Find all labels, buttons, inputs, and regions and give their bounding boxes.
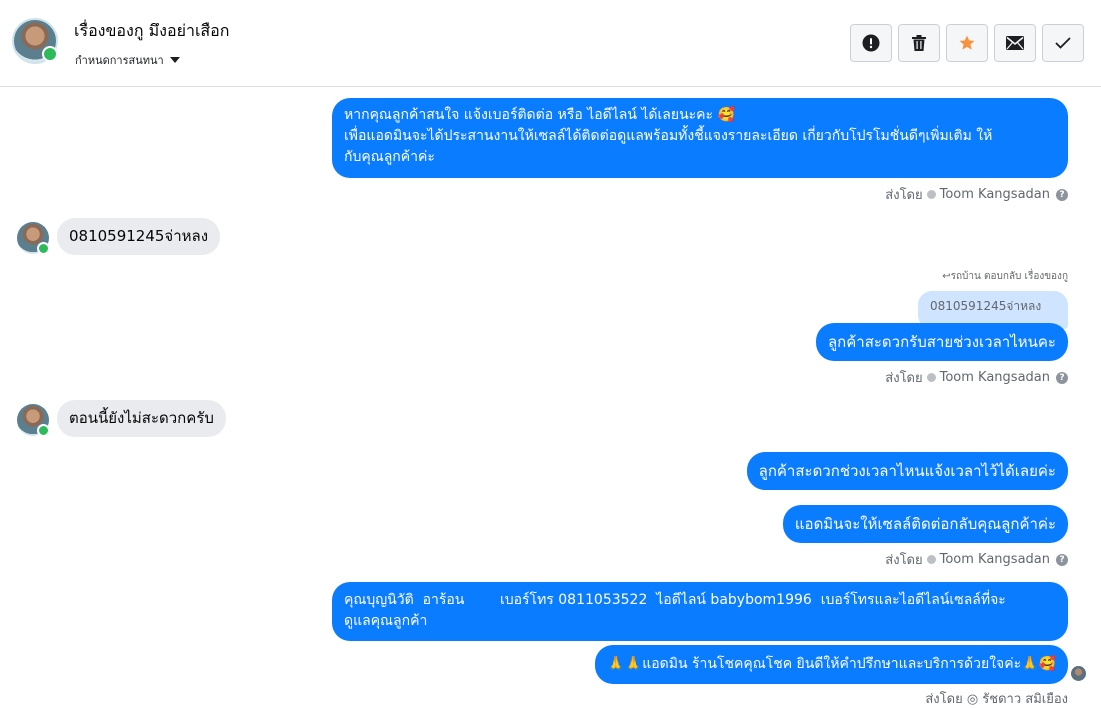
sender-status-icon — [926, 190, 936, 199]
caret-down-icon — [169, 57, 180, 63]
sender-name: Toom Kangsadan — [939, 552, 1050, 567]
incoming-message[interactable]: 0810591245จ่าหลง — [57, 218, 221, 255]
outgoing-message[interactable]: หากคุณลูกค้าสนใจ แจ้งเบอร์ติดต่อ หรือ ไอ… — [332, 98, 1068, 178]
outgoing-message[interactable]: ลูกค้าสะดวกช่วงเวลาไหนแจ้งเวลาไว้ได้เลยค… — [746, 452, 1068, 490]
sent-by-info: ส่งโดย ◎ รัชดาว สมิเยือง — [925, 692, 1068, 707]
alert-icon — [862, 34, 880, 52]
header-actions — [850, 24, 1084, 62]
report-button[interactable] — [850, 24, 892, 62]
mark-done-button[interactable] — [1042, 24, 1084, 62]
message-text: กับคุณลูกค้าค่ะ — [344, 149, 435, 165]
sent-by-label: ส่งโดย — [885, 553, 923, 568]
contact-avatar[interactable] — [12, 18, 58, 64]
outgoing-message[interactable]: ลูกค้าสะดวกรับสายช่วงเวลาไหนคะ — [815, 323, 1068, 361]
message-text: แอดมินจะให้เซลล์ติดต่อกลับคุณลูกค้าค่ะ — [794, 515, 1056, 533]
seen-by-avatar — [1071, 666, 1086, 681]
mark-unread-button[interactable] — [994, 24, 1036, 62]
conversation-settings-label: กำหนดการสนทนา — [75, 54, 164, 67]
star-icon — [959, 35, 975, 50]
sender-name: Toom Kangsadan — [939, 187, 1050, 202]
star-button[interactable] — [946, 24, 988, 62]
help-icon[interactable]: ? — [1056, 188, 1068, 201]
message-text: ลูกค้าสะดวกช่วงเวลาไหนแจ้งเวลาไว้ได้เลยค… — [758, 462, 1056, 480]
sent-by-label: ส่งโดย — [885, 371, 923, 386]
check-icon — [1055, 37, 1071, 49]
message-text: ลูกค้าสะดวกรับสายช่วงเวลาไหนคะ — [827, 333, 1056, 351]
sender-name: Toom Kangsadan — [939, 370, 1050, 385]
sent-by-info: ส่งโดย Toom Kangsadan ? — [885, 367, 1068, 388]
conversation-header: เรื่องของกู มึงอย่าเสือก กำหนดการสนทนา — [0, 0, 1101, 87]
contact-name[interactable]: เรื่องของกู มึงอย่าเสือก — [74, 19, 229, 44]
reply-note: ↩รถบ้าน ตอบกลับ เรื่องของกู — [942, 271, 1068, 282]
outgoing-message[interactable]: 🙏🙏แอดมิน ร้านโชคคุณโชค ยินดีให้คำปรึกษาแ… — [595, 645, 1068, 684]
message-text: 🙏🙏แอดมิน ร้านโชคคุณโชค ยินดีให้คำปรึกษาแ… — [607, 656, 1056, 672]
message-text: หากคุณลูกค้าสนใจ แจ้งเบอร์ติดต่อ หรือ ไอ… — [344, 107, 735, 123]
online-status-dot — [37, 242, 50, 255]
incoming-message[interactable]: ตอนนี้ยังไม่สะดวกครับ — [57, 400, 226, 437]
message-thread[interactable]: หากคุณลูกค้าสนใจ แจ้งเบอร์ติดต่อ หรือ ไอ… — [0, 88, 1101, 708]
trash-icon — [912, 35, 926, 51]
help-icon[interactable]: ? — [1056, 371, 1068, 384]
conversation-settings-dropdown[interactable]: กำหนดการสนทนา — [75, 51, 180, 69]
sent-by-info: ส่งโดย Toom Kangsadan ? — [885, 184, 1068, 205]
quoted-text: 0810591245จ่าหลง — [930, 299, 1042, 313]
contact-avatar[interactable] — [17, 404, 50, 437]
sender-status-icon — [926, 555, 936, 564]
message-text: เพื่อแอดมินจะได้ประสานงานให้เซลล์ได้ติดต… — [344, 128, 993, 144]
delete-button[interactable] — [898, 24, 940, 62]
sent-by-label: ส่งโดย — [885, 188, 923, 203]
help-icon[interactable]: ? — [1056, 553, 1068, 566]
online-status-dot — [37, 424, 50, 437]
message-text: คุณบุญนิวัติ อาร้อน เบอร์โทร 0811053522 … — [344, 592, 1006, 608]
mail-icon — [1006, 36, 1024, 50]
outgoing-message[interactable]: คุณบุญนิวัติ อาร้อน เบอร์โทร 0811053522 … — [332, 582, 1068, 641]
contact-avatar[interactable] — [17, 222, 50, 255]
message-text: ดูแลคุณลูกค้า — [344, 613, 428, 629]
online-status-dot — [42, 46, 58, 62]
outgoing-message[interactable]: แอดมินจะให้เซลล์ติดต่อกลับคุณลูกค้าค่ะ — [782, 505, 1068, 543]
message-text: ตอนนี้ยังไม่สะดวกครับ — [69, 409, 214, 427]
sent-by-info: ส่งโดย Toom Kangsadan ? — [885, 549, 1068, 570]
message-text: 0810591245จ่าหลง — [69, 227, 209, 245]
sender-status-icon — [926, 373, 936, 382]
